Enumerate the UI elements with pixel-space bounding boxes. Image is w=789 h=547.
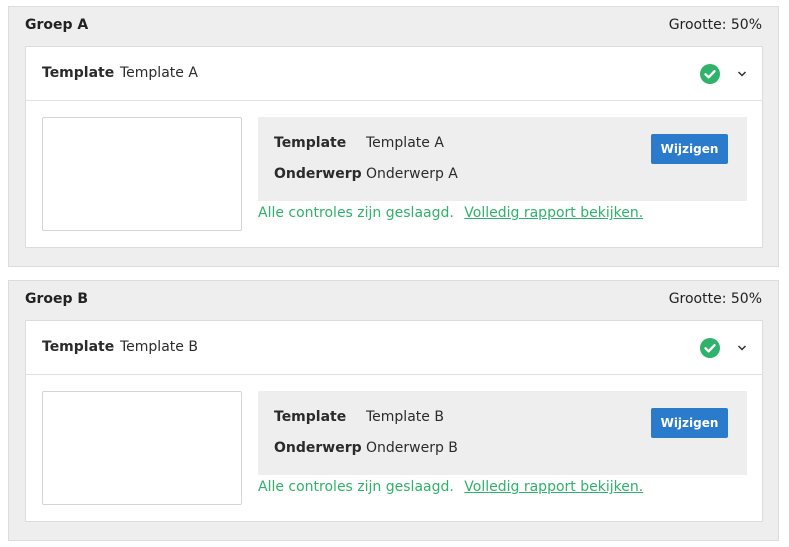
details-box: Template Template B Onderwerp Onderwerp … bbox=[258, 391, 747, 475]
template-label: Template bbox=[274, 135, 347, 151]
template-preview-thumbnail bbox=[42, 391, 242, 505]
status-line: Alle controles zijn geslaagd. Volledig r… bbox=[258, 205, 643, 221]
variant-card: Template Template B Template Template B … bbox=[25, 320, 763, 522]
group-title: Groep A bbox=[25, 17, 89, 33]
template-value: Template A bbox=[366, 135, 444, 151]
group-size: Grootte: 50% bbox=[668, 17, 762, 33]
card-header[interactable]: Template Template B bbox=[26, 321, 762, 375]
subject-label: Onderwerp bbox=[274, 166, 362, 182]
card-header[interactable]: Template Template A bbox=[26, 47, 762, 101]
edit-button[interactable]: Wijzigen bbox=[651, 134, 728, 164]
group-panel-a: Groep A Grootte: 50% Template Template A… bbox=[8, 6, 779, 267]
status-text: Alle controles zijn geslaagd. bbox=[258, 205, 454, 221]
subject-value: Onderwerp B bbox=[366, 440, 458, 456]
status-line: Alle controles zijn geslaagd. Volledig r… bbox=[258, 479, 643, 495]
full-report-link[interactable]: Volledig rapport bekijken. bbox=[464, 479, 643, 495]
header-template-label: Template bbox=[42, 65, 115, 81]
chevron-down-icon[interactable] bbox=[737, 69, 747, 79]
header-template-label: Template bbox=[42, 339, 115, 355]
subject-value: Onderwerp A bbox=[366, 166, 458, 182]
group-title: Groep B bbox=[25, 291, 89, 307]
template-label: Template bbox=[274, 409, 347, 425]
details-box: Template Template A Onderwerp Onderwerp … bbox=[258, 117, 747, 201]
check-circle-icon bbox=[700, 338, 720, 358]
chevron-down-icon[interactable] bbox=[737, 343, 747, 353]
template-preview-thumbnail bbox=[42, 117, 242, 231]
status-text: Alle controles zijn geslaagd. bbox=[258, 479, 454, 495]
header-template-value: Template A bbox=[120, 65, 198, 81]
template-value: Template B bbox=[366, 409, 444, 425]
check-circle-icon bbox=[700, 64, 720, 84]
subject-label: Onderwerp bbox=[274, 440, 362, 456]
edit-button[interactable]: Wijzigen bbox=[651, 408, 728, 438]
header-template-value: Template B bbox=[120, 339, 198, 355]
full-report-link[interactable]: Volledig rapport bekijken. bbox=[464, 205, 643, 221]
variant-card: Template Template A Template Template A … bbox=[25, 46, 763, 248]
group-panel-b: Groep B Grootte: 50% Template Template B… bbox=[8, 280, 779, 541]
group-size: Grootte: 50% bbox=[668, 291, 762, 307]
